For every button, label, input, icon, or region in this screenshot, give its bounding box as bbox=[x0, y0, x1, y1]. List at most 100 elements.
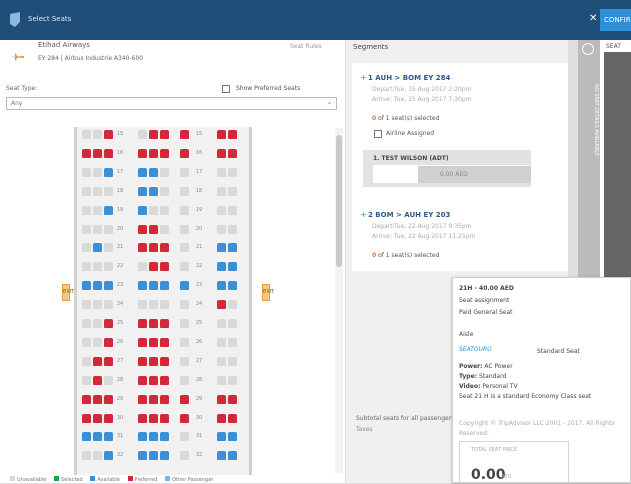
seat-17-2[interactable] bbox=[104, 167, 113, 177]
seat-24-8[interactable] bbox=[228, 300, 237, 310]
seat-23-5[interactable] bbox=[160, 281, 169, 291]
seat-23-6[interactable] bbox=[180, 281, 189, 291]
seat-21-7[interactable] bbox=[217, 243, 226, 253]
plus-icon[interactable]: + bbox=[360, 73, 367, 82]
seat-23-1[interactable] bbox=[93, 281, 102, 291]
seat-19-5[interactable] bbox=[160, 205, 169, 215]
seat-26-6[interactable] bbox=[180, 337, 189, 347]
seat-23-7[interactable] bbox=[217, 281, 226, 291]
seat-24-1[interactable] bbox=[93, 300, 102, 310]
seat-25-6[interactable] bbox=[180, 319, 189, 328]
seat-20-4[interactable] bbox=[149, 224, 158, 234]
seat-27-8[interactable] bbox=[228, 356, 237, 366]
seat-30-3[interactable] bbox=[138, 413, 147, 423]
seat-19-1[interactable] bbox=[93, 205, 102, 215]
seat-29-0[interactable] bbox=[82, 394, 91, 404]
seat-15-3[interactable] bbox=[138, 130, 147, 139]
seat-17-7[interactable] bbox=[217, 167, 226, 177]
seat-23-2[interactable] bbox=[104, 281, 113, 291]
seat-31-2[interactable] bbox=[104, 432, 113, 442]
seat-32-6[interactable] bbox=[180, 451, 189, 461]
seat-28-1[interactable] bbox=[93, 375, 102, 385]
seat-17-5[interactable] bbox=[160, 167, 169, 177]
seat-29-6[interactable] bbox=[180, 394, 189, 404]
seat-27-1[interactable] bbox=[93, 356, 102, 366]
seat-21-8[interactable] bbox=[228, 243, 237, 253]
seat-29-3[interactable] bbox=[138, 394, 147, 404]
plus-icon[interactable]: + bbox=[360, 210, 367, 219]
seat-20-2[interactable] bbox=[104, 224, 113, 234]
seat-16-2[interactable] bbox=[104, 148, 113, 158]
seat-type-select[interactable]: Any ⌄ bbox=[6, 97, 337, 110]
seat-32-5[interactable] bbox=[160, 451, 169, 461]
seat-20-0[interactable] bbox=[82, 224, 91, 234]
seat-29-2[interactable] bbox=[104, 394, 113, 404]
seat-21-5[interactable] bbox=[160, 243, 169, 253]
seat-18-0[interactable] bbox=[82, 186, 91, 196]
seat-27-7[interactable] bbox=[217, 356, 226, 366]
seat-25-1[interactable] bbox=[93, 319, 102, 328]
seat-19-2[interactable] bbox=[104, 205, 113, 215]
seat-29-4[interactable] bbox=[149, 394, 158, 404]
seat-23-0[interactable] bbox=[82, 281, 91, 291]
seat-19-7[interactable] bbox=[217, 205, 226, 215]
seat-23-8[interactable] bbox=[228, 281, 237, 291]
seat-28-3[interactable] bbox=[138, 375, 147, 385]
seat-21-4[interactable] bbox=[149, 243, 158, 253]
seat-30-6[interactable] bbox=[180, 413, 189, 423]
seat-31-1[interactable] bbox=[93, 432, 102, 442]
seat-19-6[interactable] bbox=[180, 205, 189, 215]
seat-27-6[interactable] bbox=[180, 356, 189, 366]
seat-30-1[interactable] bbox=[93, 413, 102, 423]
seat-20-3[interactable] bbox=[138, 224, 147, 234]
seat-25-8[interactable] bbox=[228, 319, 237, 328]
scrollbar-thumb[interactable] bbox=[336, 135, 342, 267]
seat-27-0[interactable] bbox=[82, 356, 91, 366]
seat-27-5[interactable] bbox=[160, 356, 169, 366]
seat-16-1[interactable] bbox=[93, 148, 102, 158]
seat-29-7[interactable] bbox=[217, 394, 226, 404]
seat-26-0[interactable] bbox=[82, 337, 91, 347]
seat-26-4[interactable] bbox=[149, 337, 158, 347]
seat-22-1[interactable] bbox=[93, 262, 102, 272]
seat-15-1[interactable] bbox=[93, 130, 102, 139]
seat-21-1[interactable] bbox=[93, 243, 102, 253]
seat-26-5[interactable] bbox=[160, 337, 169, 347]
seat-24-2[interactable] bbox=[104, 300, 113, 310]
seat-23-4[interactable] bbox=[149, 281, 158, 291]
seat-20-8[interactable] bbox=[228, 224, 237, 234]
seat-15-0[interactable] bbox=[82, 130, 91, 139]
seat-32-2[interactable] bbox=[104, 451, 113, 461]
seat-32-7[interactable] bbox=[217, 451, 226, 461]
seat-15-4[interactable] bbox=[149, 130, 158, 139]
seat-22-4[interactable] bbox=[149, 262, 158, 272]
seat-30-8[interactable] bbox=[228, 413, 237, 423]
seat-25-2[interactable] bbox=[104, 319, 113, 328]
seat-16-8[interactable] bbox=[228, 148, 237, 158]
seat-22-5[interactable] bbox=[160, 262, 169, 272]
seat-17-4[interactable] bbox=[149, 167, 158, 177]
seat-32-0[interactable] bbox=[82, 451, 91, 461]
seat-15-7[interactable] bbox=[217, 130, 226, 139]
seat-18-4[interactable] bbox=[149, 186, 158, 196]
seat-17-3[interactable] bbox=[138, 167, 147, 177]
seat-26-7[interactable] bbox=[217, 337, 226, 347]
seat-29-5[interactable] bbox=[160, 394, 169, 404]
seat-28-0[interactable] bbox=[82, 375, 91, 385]
seat-25-0[interactable] bbox=[82, 319, 91, 328]
seat-18-8[interactable] bbox=[228, 186, 237, 196]
seat-21-0[interactable] bbox=[82, 243, 91, 253]
seat-rules-link[interactable]: Seat Rules bbox=[290, 43, 322, 50]
seat-32-1[interactable] bbox=[93, 451, 102, 461]
close-icon[interactable]: ✕ bbox=[589, 13, 597, 24]
seat-16-0[interactable] bbox=[82, 148, 91, 158]
seat-15-6[interactable] bbox=[180, 130, 189, 139]
seat-21-6[interactable] bbox=[180, 243, 189, 253]
seat-31-5[interactable] bbox=[160, 432, 169, 442]
seat-31-7[interactable] bbox=[217, 432, 226, 442]
seat-24-3[interactable] bbox=[138, 300, 147, 310]
seat-15-5[interactable] bbox=[160, 130, 169, 139]
airline-assigned-checkbox[interactable] bbox=[374, 130, 382, 138]
seat-31-3[interactable] bbox=[138, 432, 147, 442]
seat-15-2[interactable] bbox=[104, 130, 113, 139]
